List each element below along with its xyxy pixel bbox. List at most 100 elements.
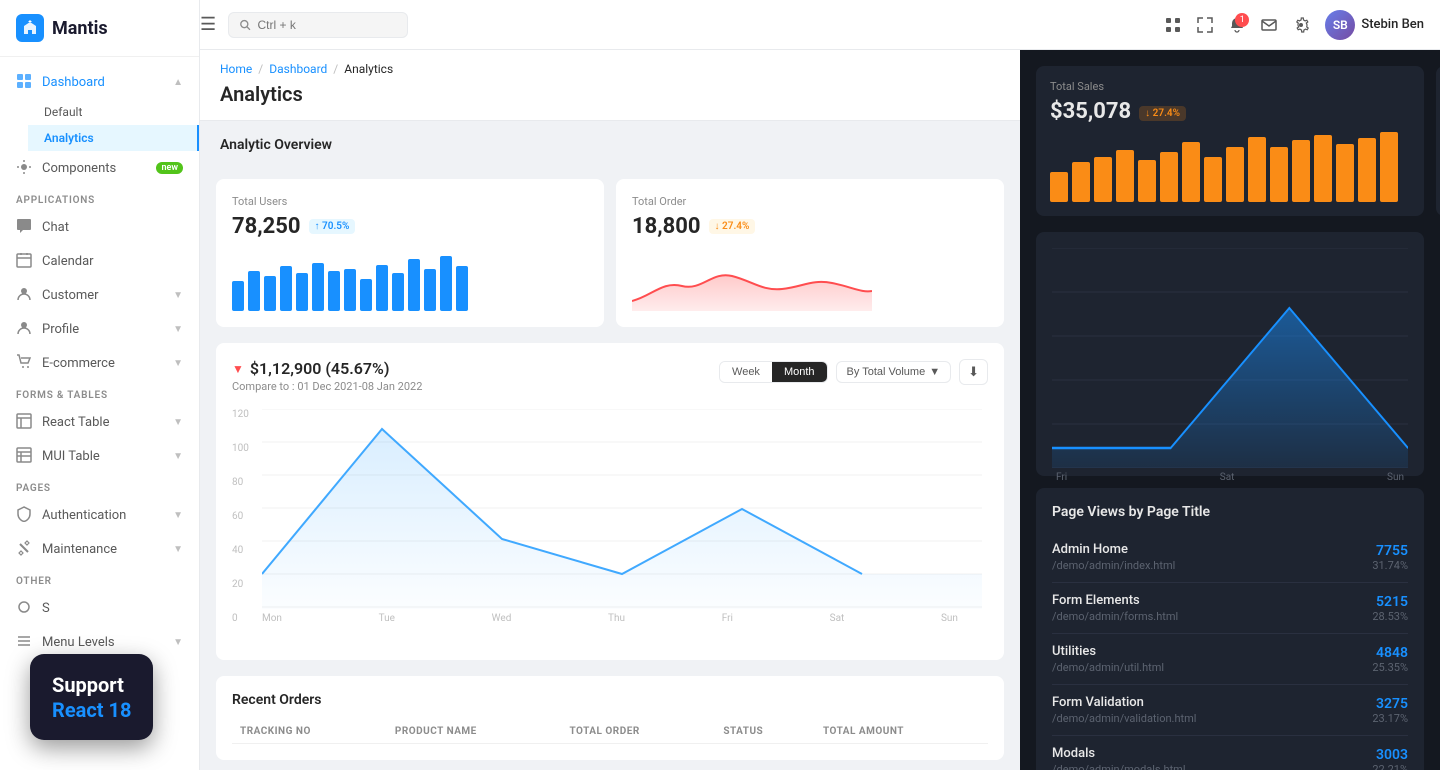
sidebar-item-maintenance-label: Maintenance [42,542,173,557]
sidebar-item-profile[interactable]: Profile ▼ [0,312,199,346]
stat-orders-value: 18,800 [632,214,701,239]
stat-card-users: Total Users 78,250 ↑ 70.5% [216,179,604,327]
x-label-tue: Tue [379,613,395,624]
user-name: Stebin Ben [1361,17,1424,32]
calendar-icon [16,252,34,270]
col-product: PRODUCT NAME [387,720,562,744]
sidebar-item-customer-label: Customer [42,288,173,303]
page-view-form-elements-stats: 5215 28.53% [1372,594,1408,623]
page-view-admin-home: Admin Home /demo/admin/index.html 7755 3… [1052,532,1408,583]
dark-stat-sales-value: $35,078 [1050,99,1131,124]
sidebar-item-sample[interactable]: S [0,591,199,625]
sidebar-item-analytics[interactable]: Analytics [28,125,199,151]
page-view-admin-home-stats: 7755 31.74% [1372,543,1408,572]
sidebar-item-react-table[interactable]: React Table ▼ [0,405,199,439]
header-left: ☰ [200,12,408,38]
header-right: 1 SB Stebin Ben [1165,10,1424,40]
search-box[interactable] [228,12,408,38]
sidebar-item-ecommerce[interactable]: E-commerce ▼ [0,346,199,380]
col-status: STATUS [715,720,815,744]
dark-stat-sales-badge: ↓ 27.4% [1139,106,1186,121]
sidebar-item-ecommerce-label: E-commerce [42,356,173,371]
sidebar-item-chat[interactable]: Chat [0,210,199,244]
sidebar-item-maintenance[interactable]: Maintenance ▼ [0,532,199,566]
fullscreen-icon[interactable] [1197,17,1213,33]
page-view-form-elements-url: /demo/admin/forms.html [1052,610,1178,623]
stat-users-label: Total Users [232,195,588,208]
sidebar-item-authentication-label: Authentication [42,508,173,523]
income-controls: Week Month By Total Volume ▼ ⬇ [719,359,988,385]
ecommerce-icon [16,354,34,372]
sidebar-item-authentication[interactable]: Authentication ▼ [0,498,199,532]
stat-users-badge: ↑ 70.5% [309,219,356,234]
page-view-admin-home-info: Admin Home /demo/admin/index.html [1052,542,1175,572]
sidebar-item-calendar[interactable]: Calendar [0,244,199,278]
customer-icon [16,286,34,304]
settings-icon[interactable] [1293,17,1309,33]
breadcrumb-home[interactable]: Home [220,62,252,76]
menu-toggle-button[interactable]: ☰ [200,14,216,35]
volume-label: By Total Volume [847,366,926,378]
pages-section-label: Pages [0,473,199,498]
user-avatar[interactable]: SB Stebin Ben [1325,10,1424,40]
sidebar-item-chat-label: Chat [42,220,183,235]
top-header: ☰ 1 [200,0,1440,50]
x-label-sun: Sun [941,613,958,624]
recent-orders-title: Recent Orders [232,692,988,708]
page-view-admin-home-url: /demo/admin/index.html [1052,559,1175,572]
month-button[interactable]: Month [772,362,827,382]
volume-select[interactable]: By Total Volume ▼ [836,361,952,383]
page-header: Home / Dashboard / Analytics Analytics [200,50,1020,121]
sidebar-item-dashboard[interactable]: Dashboard ▲ [0,65,199,99]
page-view-modals-count: 3003 [1372,747,1408,763]
breadcrumb-sep1: / [258,62,263,76]
col-total-order: TOTAL ORDER [561,720,715,744]
page-view-utilities-stats: 4848 25.35% [1372,645,1408,674]
search-input[interactable] [258,18,398,32]
sidebar-item-analytics-label: Analytics [44,131,181,145]
page-view-modals: Modals /demo/admin/modals.html 3003 22.2… [1052,736,1408,770]
content-area: Home / Dashboard / Analytics Analytics A… [200,50,1440,770]
x-label-fri: Fri [722,613,733,624]
chevron-down-icon: ▼ [173,510,183,521]
grid-icon[interactable] [1165,17,1181,33]
income-amount: $1,12,900 (45.67%) [250,359,390,378]
dark-x-sat: Sat [1220,472,1235,483]
x-label-mon: Mon [262,613,282,624]
page-title: Analytics [220,82,1000,106]
page-views-card: Page Views by Page Title Admin Home /dem… [1036,488,1424,770]
page-view-form-elements: Form Elements /demo/admin/forms.html 521… [1052,583,1408,634]
dashboard-icon [16,73,34,91]
week-button[interactable]: Week [720,362,772,382]
y-label-40: 40 [232,545,260,556]
breadcrumb-parent[interactable]: Dashboard [269,62,327,76]
download-button[interactable]: ⬇ [959,359,988,385]
sidebar-item-components[interactable]: Components new [0,151,199,185]
sidebar-item-customer[interactable]: Customer ▼ [0,278,199,312]
content-left: Home / Dashboard / Analytics Analytics A… [200,50,1020,770]
page-view-utilities-info: Utilities /demo/admin/util.html [1052,644,1164,674]
mail-icon[interactable] [1261,17,1277,33]
dark-stat-card-sales: Total Sales $35,078 ↓ 27.4% [1036,66,1424,216]
stat-orders-chart [632,251,988,311]
sidebar-item-dashboard-label: Dashboard [42,75,173,90]
page-view-admin-home-count: 7755 [1372,543,1408,559]
page-view-modals-url: /demo/admin/modals.html [1052,763,1186,770]
sidebar-item-default[interactable]: Default [28,99,199,125]
notification-icon[interactable]: 1 [1229,17,1245,33]
page-view-form-elements-pct: 28.53% [1372,610,1408,623]
income-header: ▼ $1,12,900 (45.67%) Compare to : 01 Dec… [232,359,988,393]
sidebar-item-mui-table[interactable]: MUI Table ▼ [0,439,199,473]
new-badge: new [156,162,183,174]
income-left: ▼ $1,12,900 (45.67%) Compare to : 01 Dec… [232,359,422,393]
dark-income-svg [1052,248,1408,468]
dark-x-fri: Fri [1056,472,1067,483]
page-view-form-validation-pct: 23.17% [1372,712,1408,725]
y-label-120: 120 [232,409,260,420]
chevron-down-icon: ▼ [173,324,183,335]
support-react-toast[interactable]: Support React 18 [30,654,153,740]
mui-table-icon [16,447,34,465]
chevron-down-icon: ▼ [173,417,183,428]
page-view-utilities-pct: 25.35% [1372,661,1408,674]
page-view-utilities: Utilities /demo/admin/util.html 4848 25.… [1052,634,1408,685]
